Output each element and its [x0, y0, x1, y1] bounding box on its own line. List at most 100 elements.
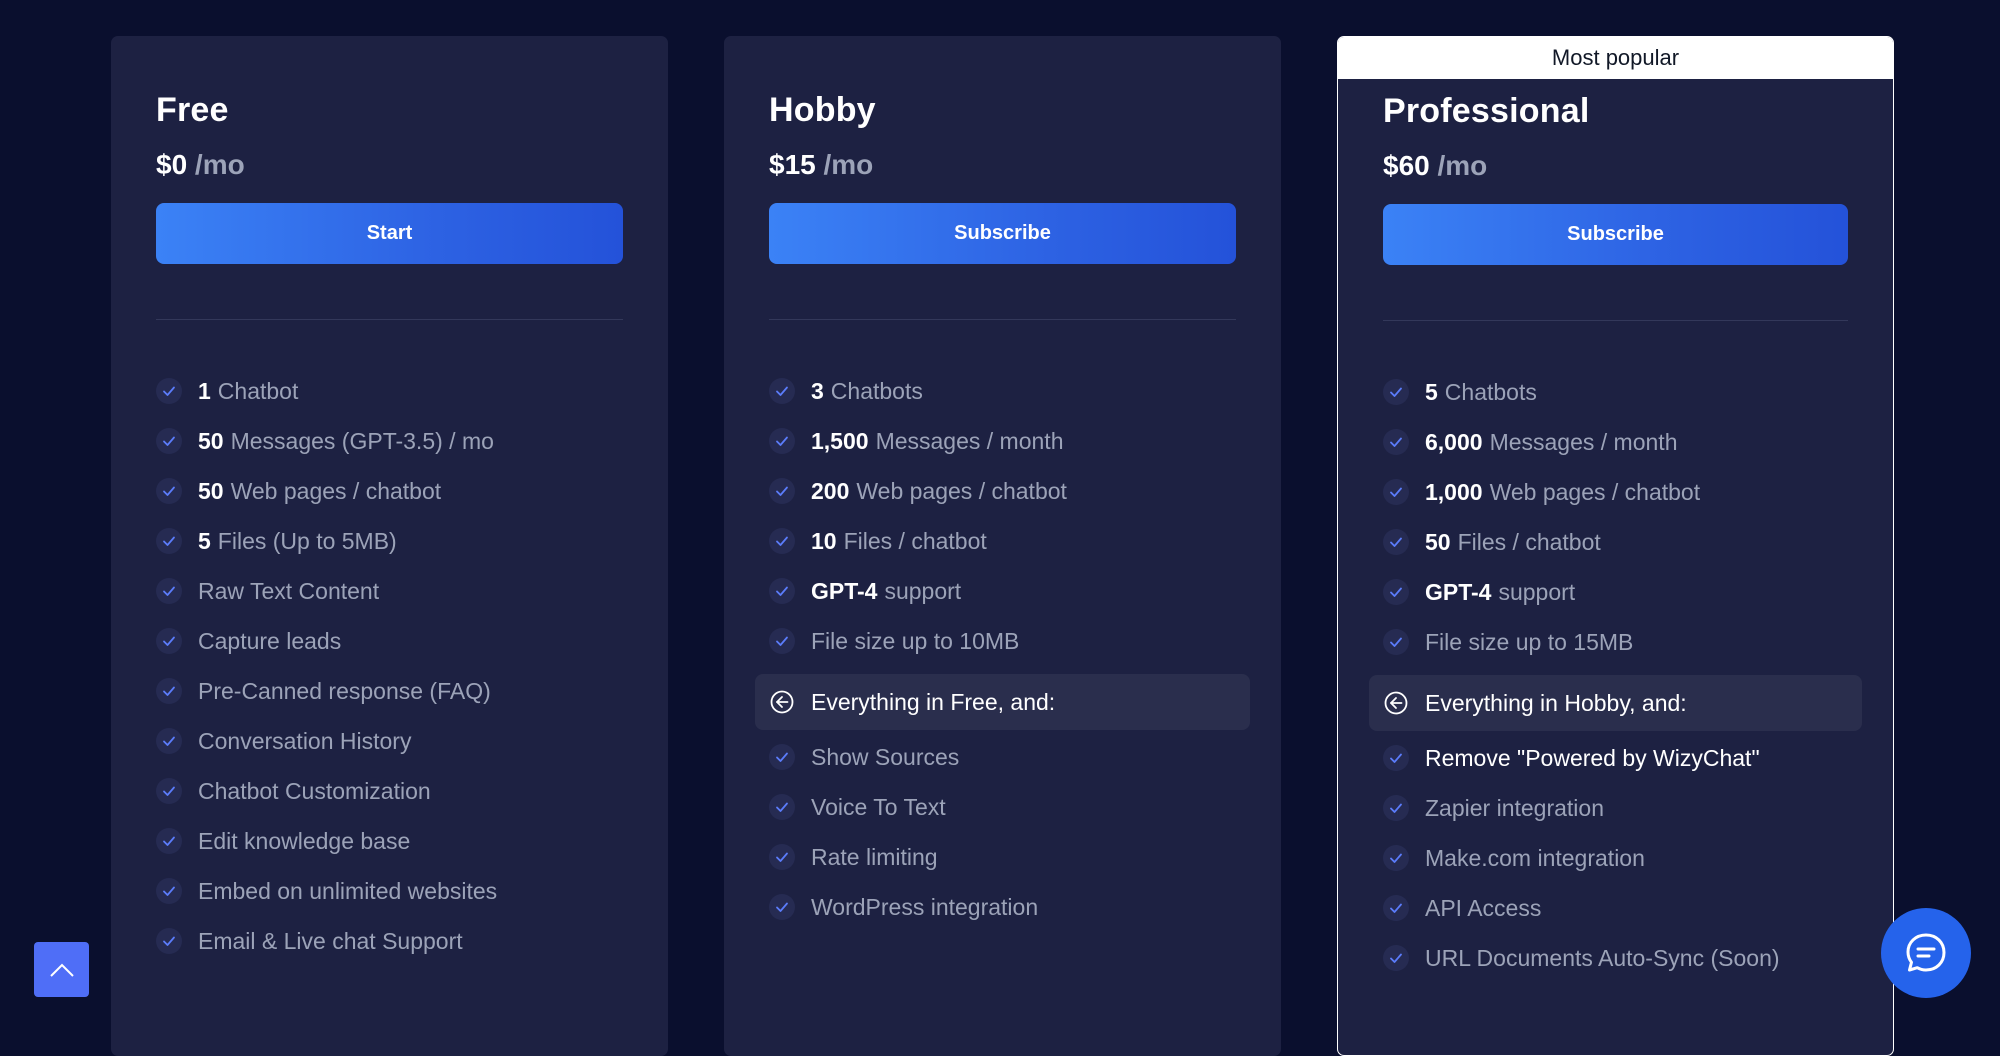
feature-item: API Access [1383, 888, 1848, 928]
check-icon-wrap [156, 828, 182, 854]
check-icon [1390, 587, 1402, 597]
feature-item: Edit knowledge base [156, 821, 623, 861]
check-icon [1390, 487, 1402, 497]
feature-quantity: 50 [198, 477, 224, 504]
feature-quantity: GPT-4 [811, 577, 878, 604]
check-icon [163, 736, 175, 746]
feature-item: 1,500 Messages / month [769, 421, 1236, 461]
feature-item: 5 Files (Up to 5MB) [156, 521, 623, 561]
check-icon-wrap [769, 744, 795, 770]
feature-item: 5 Chatbots [1383, 372, 1848, 412]
check-icon-wrap [156, 678, 182, 704]
feature-item: Chatbot Customization [156, 771, 623, 811]
check-icon [1390, 387, 1402, 397]
feature-item: Email & Live chat Support [156, 921, 623, 961]
check-icon [1390, 753, 1402, 763]
plan-name: Hobby [769, 91, 876, 129]
plan-name: Free [156, 91, 229, 129]
check-icon [776, 586, 788, 596]
scroll-to-top-button[interactable] [34, 942, 89, 997]
feature-text: Chatbots [830, 377, 923, 404]
check-icon-wrap [1383, 845, 1409, 871]
feature-quantity: 1,000 [1425, 478, 1483, 505]
includes-previous-plan-row: Everything in Free, and: [755, 674, 1250, 730]
check-icon-wrap [1383, 379, 1409, 405]
feature-text: support [1498, 578, 1576, 605]
check-icon [776, 902, 788, 912]
feature-text: Rate limiting [811, 843, 938, 870]
feature-item: 1 Chatbot [156, 371, 623, 411]
check-icon-wrap [156, 378, 182, 404]
feature-text: Chatbot Customization [198, 777, 431, 804]
check-icon [776, 486, 788, 496]
feature-item: GPT-4 support [1383, 572, 1848, 612]
feature-item: Voice To Text [769, 787, 1236, 827]
feature-item: Zapier integration [1383, 788, 1848, 828]
feature-item: GPT-4 support [769, 571, 1236, 611]
check-icon-wrap [769, 628, 795, 654]
feature-quantity: 1,500 [811, 427, 869, 454]
check-icon [776, 802, 788, 812]
check-icon-wrap [156, 428, 182, 454]
check-icon [1390, 637, 1402, 647]
feature-item: 200 Web pages / chatbot [769, 471, 1236, 511]
feature-text: File size up to 15MB [1425, 628, 1634, 655]
feature-item: URL Documents Auto-Sync (Soon) [1383, 938, 1848, 978]
feature-text: Capture leads [198, 627, 342, 654]
check-icon [1390, 853, 1402, 863]
chat-icon [1906, 933, 1946, 972]
price-amount: $15 [769, 149, 816, 180]
chat-widget-button[interactable] [1881, 908, 1971, 998]
subscribe-button-professional[interactable]: Subscribe [1383, 204, 1848, 265]
feature-item: Conversation History [156, 721, 623, 761]
check-icon-wrap [769, 528, 795, 554]
check-icon-wrap [1383, 745, 1409, 771]
check-icon-wrap [156, 728, 182, 754]
check-icon-wrap [156, 778, 182, 804]
check-icon [1390, 953, 1402, 963]
check-icon [163, 586, 175, 596]
price-period: /mo [187, 149, 245, 180]
check-icon [776, 636, 788, 646]
feature-text: Pre-Canned response (FAQ) [198, 677, 491, 704]
feature-quantity: 1 [198, 377, 211, 404]
feature-quantity: 5 [198, 527, 211, 554]
subscribe-button-hobby[interactable]: Subscribe [769, 203, 1236, 264]
feature-text: Conversation History [198, 727, 412, 754]
feature-text: Files / chatbot [843, 527, 987, 554]
includes-previous-plan-label: Everything in Hobby, and: [1425, 689, 1687, 716]
check-icon-wrap [156, 628, 182, 654]
plan-price: $0 /mo [156, 149, 245, 181]
feature-item: WordPress integration [769, 887, 1236, 927]
start-button[interactable]: Start [156, 203, 623, 264]
feature-quantity: 6,000 [1425, 428, 1483, 455]
divider [156, 319, 623, 320]
feature-quantity: 200 [811, 477, 850, 504]
feature-item: Rate limiting [769, 837, 1236, 877]
plan-price: $60 /mo [1383, 150, 1487, 182]
feature-item: Pre-Canned response (FAQ) [156, 671, 623, 711]
check-icon [1390, 803, 1402, 813]
price-amount: $60 [1383, 150, 1430, 181]
check-icon-wrap [1383, 945, 1409, 971]
feature-item: Embed on unlimited websites [156, 871, 623, 911]
feature-item: Make.com integration [1383, 838, 1848, 878]
check-icon [776, 386, 788, 396]
feature-text: Messages (GPT-3.5) / mo [230, 427, 494, 454]
check-icon [776, 436, 788, 446]
check-icon-wrap [156, 928, 182, 954]
feature-text: API Access [1425, 894, 1542, 921]
chevron-up-icon [49, 963, 74, 977]
check-icon [163, 936, 175, 946]
check-icon-wrap [156, 478, 182, 504]
check-icon-wrap [1383, 429, 1409, 455]
check-icon [163, 836, 175, 846]
check-icon-wrap [156, 578, 182, 604]
most-popular-badge: Most popular [1338, 37, 1893, 79]
check-icon-wrap [1383, 629, 1409, 655]
check-icon [163, 386, 175, 396]
check-icon [163, 436, 175, 446]
feature-text: Make.com integration [1425, 844, 1645, 871]
feature-text: Messages / month [875, 427, 1064, 454]
check-icon-wrap [769, 378, 795, 404]
